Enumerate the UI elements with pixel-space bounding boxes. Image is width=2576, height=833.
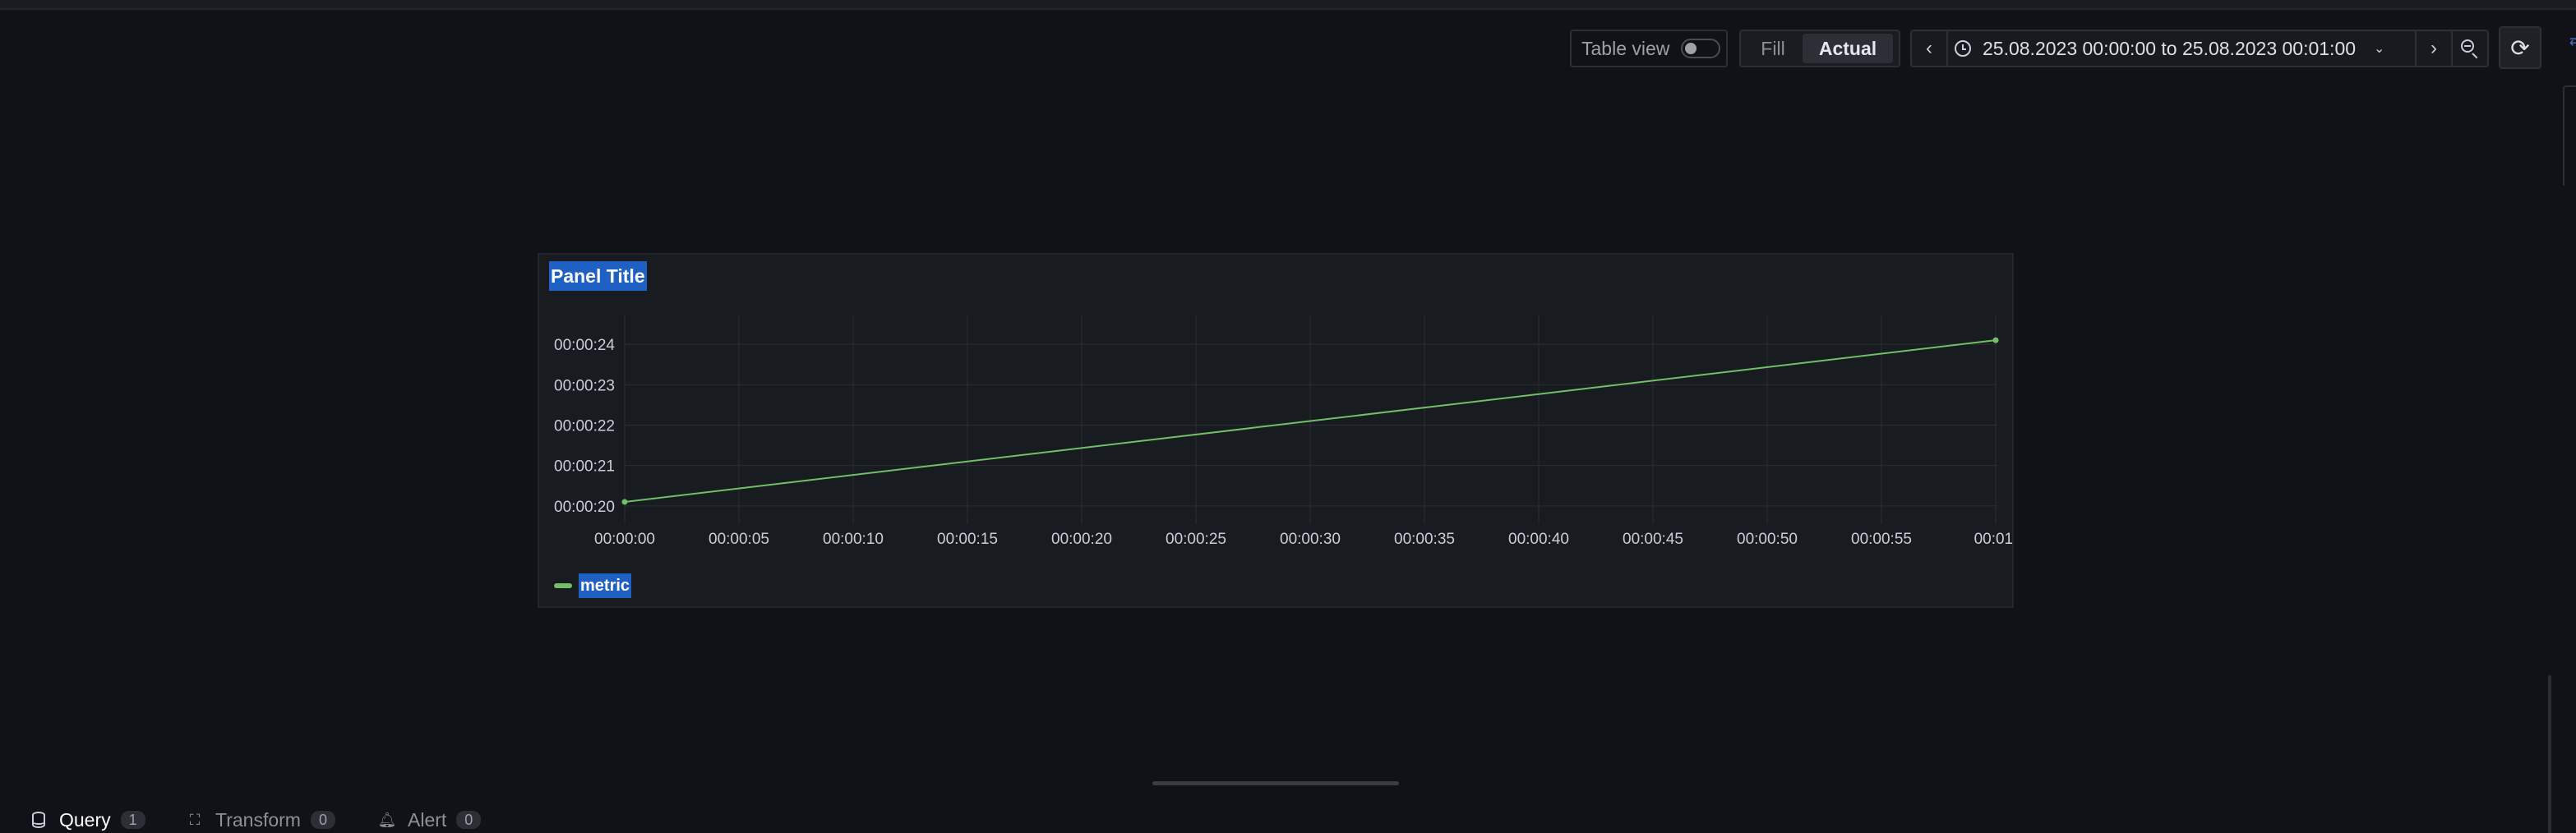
resize-handle[interactable] [1152,781,1399,785]
refresh-icon: ⟳ [2510,35,2530,61]
clock-icon [1955,40,1971,57]
tab-query[interactable]: Query 1 [30,807,145,833]
tab-count: 1 [120,811,145,829]
database-icon [30,811,48,829]
side-pane-edge [2563,85,2576,186]
fill-actual-selector: Fill Actual [1739,30,1900,67]
x-tick-label: 00:00:30 [1280,531,1341,548]
x-tick-label: 00:00:55 [1851,531,1912,548]
line-chart: 00:00:20 00:00:21 00:00:22 00:00:23 00:00:24… [554,315,2012,548]
fill-button[interactable]: Fill [1743,34,1803,63]
side-icon: ⇄ [2569,35,2576,48]
refresh-button[interactable]: ⟳ [2499,26,2541,69]
time-series-panel: Panel Title 00:00:20 00:00:21 00:00:22 00:0… [538,253,2014,608]
time-range-text: 25.08.2023 00:00:00 to 25.08.2023 00:01:… [1983,37,2357,59]
table-view-switch[interactable] [1681,39,1721,58]
zoom-out-button[interactable] [2453,31,2487,66]
x-tick-label: 00:00:00 [594,531,655,548]
y-tick-label: 00:00:21 [554,458,615,476]
x-tick-label: 00:00:15 [937,531,998,548]
legend-swatch [554,583,572,588]
x-tick-label: 00:00:40 [1508,531,1569,548]
x-tick-label: 00:00:35 [1394,531,1455,548]
tab-transform[interactable]: ⛶ Transform 0 [186,807,335,833]
x-tick-label: 00:00:50 [1737,531,1798,548]
tab-label: Query [59,808,111,831]
panel-title[interactable]: Panel Title [549,261,647,291]
x-tick-label: 00:00:20 [1051,531,1112,548]
y-tick-label: 00:00:24 [554,337,615,354]
switch-knob [1685,43,1697,54]
tab-label: Alert [408,808,447,831]
chevron-left-icon[interactable]: ‹ [1912,31,1946,66]
x-tick-label: 00:00:05 [709,531,769,548]
transform-icon: ⛶ [189,811,201,828]
tab-label: Transform [215,808,301,831]
zoom-out-icon [2459,38,2481,59]
bell-icon: 🔔︎ [377,811,397,828]
data-point [621,499,628,505]
query-tabs: Query 1 ⛶ Transform 0 🔔︎ Alert 0 [0,807,2576,833]
x-tick-label: 00:00:25 [1166,531,1226,548]
table-view-toggle[interactable]: Table view [1570,30,1728,67]
legend-label: metric [579,573,632,598]
tab-count: 0 [456,811,482,829]
data-point [1992,337,1999,343]
chevron-right-icon[interactable]: › [2417,31,2451,66]
tab-count: 0 [310,811,335,829]
x-tick-label: 00:00:45 [1623,531,1683,548]
chevron-down-icon: ⌄ [2374,42,2385,56]
time-range-picker: ‹ 25.08.2023 00:00:00 to 25.08.2023 00:0… [1910,30,2489,67]
x-tick-label: 00:01: [1974,531,2012,548]
actual-button[interactable]: Actual [1803,34,1893,63]
top-border [0,0,2576,10]
y-tick-label: 00:00:23 [554,377,615,394]
y-tick-label: 00:00:20 [554,499,615,516]
time-range-button[interactable]: 25.08.2023 00:00:00 to 25.08.2023 00:01:… [1948,38,2415,60]
legend-item-metric[interactable]: metric [554,573,632,598]
tab-alert[interactable]: 🔔︎ Alert 0 [377,807,482,833]
x-tick-label: 00:00:10 [823,531,884,548]
table-view-label: Table view [1581,37,1670,59]
y-tick-label: 00:00:22 [554,417,615,435]
